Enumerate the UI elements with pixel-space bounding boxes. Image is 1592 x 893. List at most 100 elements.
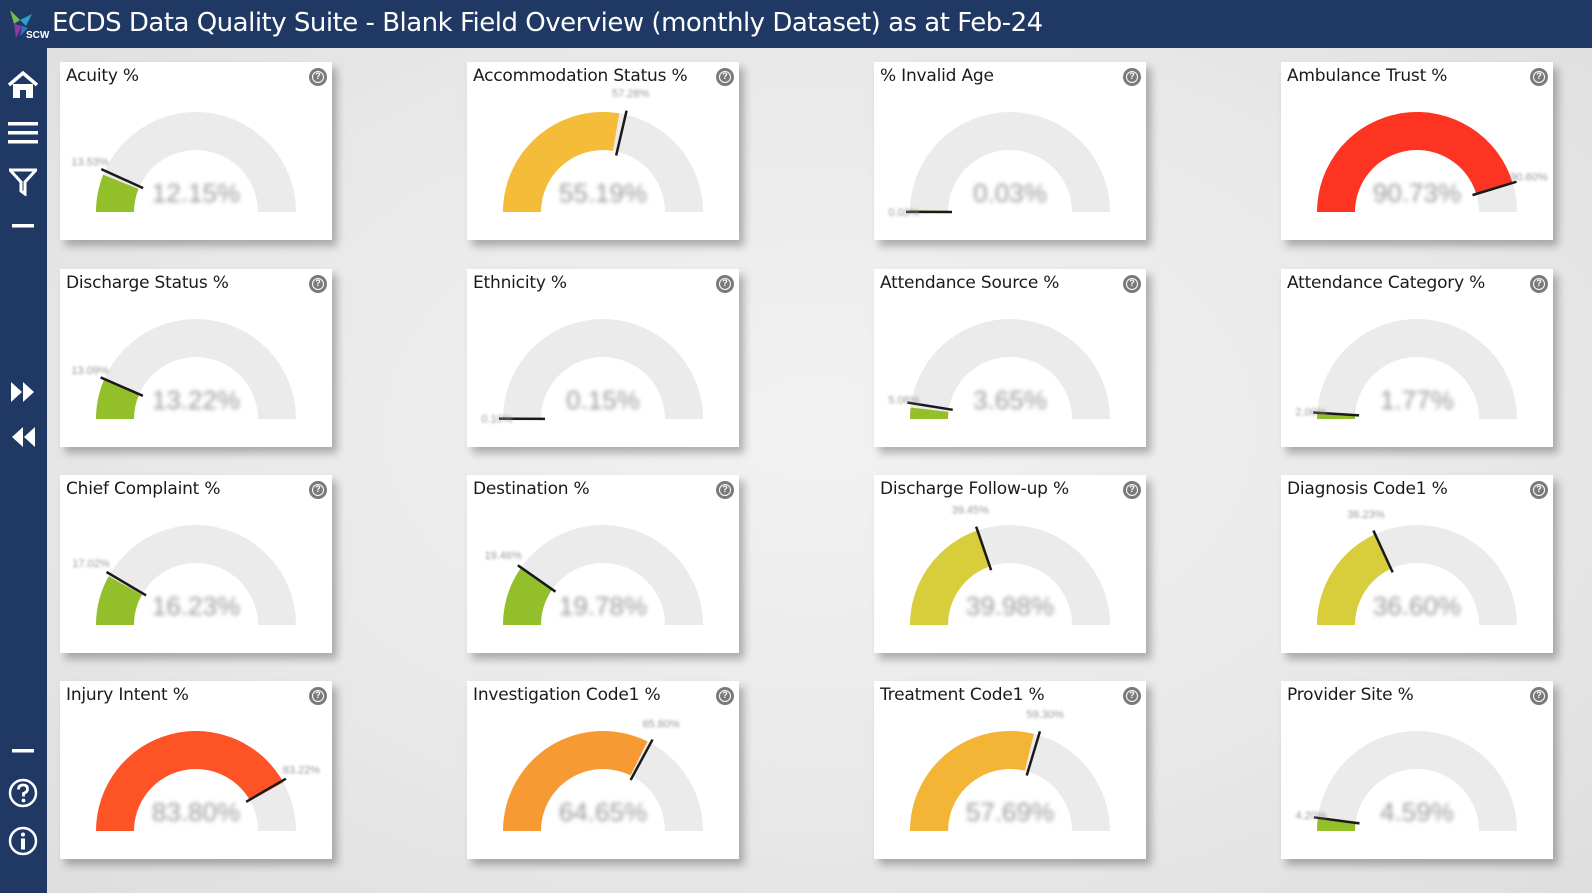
card-help-icon[interactable]: ?: [1123, 275, 1141, 293]
gauge-chart: 59.30% 57.69%: [910, 709, 1110, 831]
previous-page-button[interactable]: [6, 420, 40, 454]
gauge-card[interactable]: 65.80% 64.65% Investigation Code1 %?: [467, 681, 739, 859]
gauge-chart: 2.00% 1.77%: [1295, 319, 1517, 419]
card-title: Attendance Category %: [1287, 273, 1486, 293]
collapse-bottom-button[interactable]: [6, 734, 40, 768]
gauge-chart: 39.45% 39.98%: [910, 505, 1110, 625]
question-mark-glyph: ?: [719, 278, 731, 290]
gauge-target-label: 2.00%: [1295, 406, 1326, 418]
card-title: Accommodation Status %: [473, 66, 688, 86]
home-button[interactable]: [6, 68, 40, 102]
page-title: ECDS Data Quality Suite - Blank Field Ov…: [52, 8, 1043, 38]
question-mark-glyph: ?: [312, 71, 324, 83]
menu-icon: [8, 122, 38, 144]
question-mark-glyph: ?: [312, 484, 324, 496]
card-title: Provider Site %: [1287, 685, 1414, 705]
gauge-card[interactable]: 83.22% 83.80% Injury Intent %?: [60, 681, 332, 859]
gauge-card[interactable]: 5.06% 3.65% Attendance Source %?: [874, 269, 1146, 447]
dashboard-grid: 13.53% 12.15% Acuity %? 57.28% 55.19% Accommo…: [47, 48, 1592, 893]
question-mark-glyph: ?: [1533, 484, 1545, 496]
fast-forward-icon: [11, 382, 34, 402]
gauge-value-label: 36.60%: [1373, 591, 1461, 621]
gauge-value-label: 57.69%: [966, 797, 1054, 827]
gauge-card[interactable]: 59.30% 57.69% Treatment Code1 %?: [874, 681, 1146, 859]
card-title: Treatment Code1 %: [880, 685, 1045, 705]
gauge-chart: 65.80% 64.65%: [503, 719, 703, 831]
info-button[interactable]: [6, 824, 40, 858]
gauge-card[interactable]: 0.03% 0.03% % Invalid Age?: [874, 62, 1146, 240]
gauge-chart: 57.28% 55.19%: [503, 88, 703, 212]
card-help-icon[interactable]: ?: [716, 481, 734, 499]
question-mark-glyph: ?: [1126, 484, 1138, 496]
gauge-target-label: 4.20%: [1295, 810, 1326, 822]
card-help-icon[interactable]: ?: [1123, 481, 1141, 499]
gauge-card[interactable]: 19.46% 19.78% Destination %?: [467, 475, 739, 653]
gauge-chart: 0.03% 0.03%: [888, 112, 1110, 219]
gauge-target-label: 17.02%: [72, 558, 110, 570]
gauge-chart: 36.23% 36.60%: [1317, 509, 1517, 625]
gauge-value-label: 16.23%: [152, 591, 240, 621]
gauge-target-label: 0.10%: [481, 414, 512, 426]
question-mark-glyph: ?: [1126, 278, 1138, 290]
next-page-button[interactable]: [6, 375, 40, 409]
gauge-target-label: 39.45%: [952, 505, 990, 517]
gauge-target-label: 57.28%: [612, 88, 650, 100]
question-mark-glyph: ?: [1126, 690, 1138, 702]
question-mark-glyph: ?: [719, 484, 731, 496]
gauge-chart: 5.06% 3.65%: [888, 319, 1110, 419]
card-help-icon[interactable]: ?: [716, 68, 734, 86]
question-mark-glyph: ?: [312, 278, 324, 290]
gauge-card[interactable]: 13.53% 12.15% Acuity %?: [60, 62, 332, 240]
gauge-card[interactable]: 17.02% 16.23% Chief Complaint %?: [60, 475, 332, 653]
gauge-card[interactable]: 57.28% 55.19% Accommodation Status %?: [467, 62, 739, 240]
title-bar: SCW ECDS Data Quality Suite - Blank Fiel…: [0, 0, 1592, 48]
card-help-icon[interactable]: ?: [1530, 275, 1548, 293]
gauge-value-label: 12.15%: [152, 178, 240, 208]
minus-icon: [12, 224, 34, 228]
card-help-icon[interactable]: ?: [309, 481, 327, 499]
card-help-icon[interactable]: ?: [309, 687, 327, 705]
card-help-icon[interactable]: ?: [716, 687, 734, 705]
gauge-card[interactable]: 2.00% 1.77% Attendance Category %?: [1281, 269, 1553, 447]
gauge-chart: 83.22% 83.80%: [96, 731, 320, 831]
gauge-value-label: 39.98%: [966, 591, 1054, 621]
collapse-section-button[interactable]: [6, 209, 40, 243]
gauge-card[interactable]: 4.20% 4.59% Provider Site %?: [1281, 681, 1553, 859]
gauge-chart: 19.46% 19.78%: [484, 525, 703, 625]
filter-button[interactable]: [6, 165, 40, 199]
card-title: Diagnosis Code1 %: [1287, 479, 1448, 499]
home-icon: [7, 70, 39, 98]
gauge-target-label: 36.23%: [1347, 509, 1385, 521]
gauge-value-label: 83.80%: [152, 797, 240, 827]
card-help-icon[interactable]: ?: [716, 275, 734, 293]
card-title: % Invalid Age: [880, 66, 994, 86]
gauge-card[interactable]: 36.23% 36.60% Diagnosis Code1 %?: [1281, 475, 1553, 653]
gauge-chart: 13.09% 13.22%: [71, 319, 296, 419]
gauge-value-label: 1.77%: [1380, 385, 1454, 415]
card-help-icon[interactable]: ?: [1530, 68, 1548, 86]
help-button[interactable]: [6, 776, 40, 810]
gauge-chart: 0.10% 0.15%: [481, 319, 703, 426]
card-title: Discharge Status %: [66, 273, 229, 293]
card-help-icon[interactable]: ?: [1530, 687, 1548, 705]
sidebar: [0, 48, 47, 893]
question-mark-glyph: ?: [1533, 71, 1545, 83]
card-title: Attendance Source %: [880, 273, 1060, 293]
card-help-icon[interactable]: ?: [1123, 68, 1141, 86]
gauge-card[interactable]: 0.10% 0.15% Ethnicity %?: [467, 269, 739, 447]
gauge-target-label: 5.06%: [888, 395, 919, 407]
filter-icon: [9, 168, 37, 196]
question-mark-glyph: ?: [1126, 71, 1138, 83]
card-title: Ethnicity %: [473, 273, 567, 293]
menu-button[interactable]: [6, 116, 40, 150]
gauge-value-label: 13.22%: [152, 385, 240, 415]
gauge-card[interactable]: 90.60% 90.73% Ambulance Trust %?: [1281, 62, 1553, 240]
card-title: Ambulance Trust %: [1287, 66, 1448, 86]
card-help-icon[interactable]: ?: [309, 68, 327, 86]
card-help-icon[interactable]: ?: [309, 275, 327, 293]
card-help-icon[interactable]: ?: [1123, 687, 1141, 705]
gauge-value-label: 4.59%: [1380, 797, 1454, 827]
card-help-icon[interactable]: ?: [1530, 481, 1548, 499]
gauge-card[interactable]: 13.09% 13.22% Discharge Status %?: [60, 269, 332, 447]
gauge-card[interactable]: 39.45% 39.98% Discharge Follow-up %?: [874, 475, 1146, 653]
